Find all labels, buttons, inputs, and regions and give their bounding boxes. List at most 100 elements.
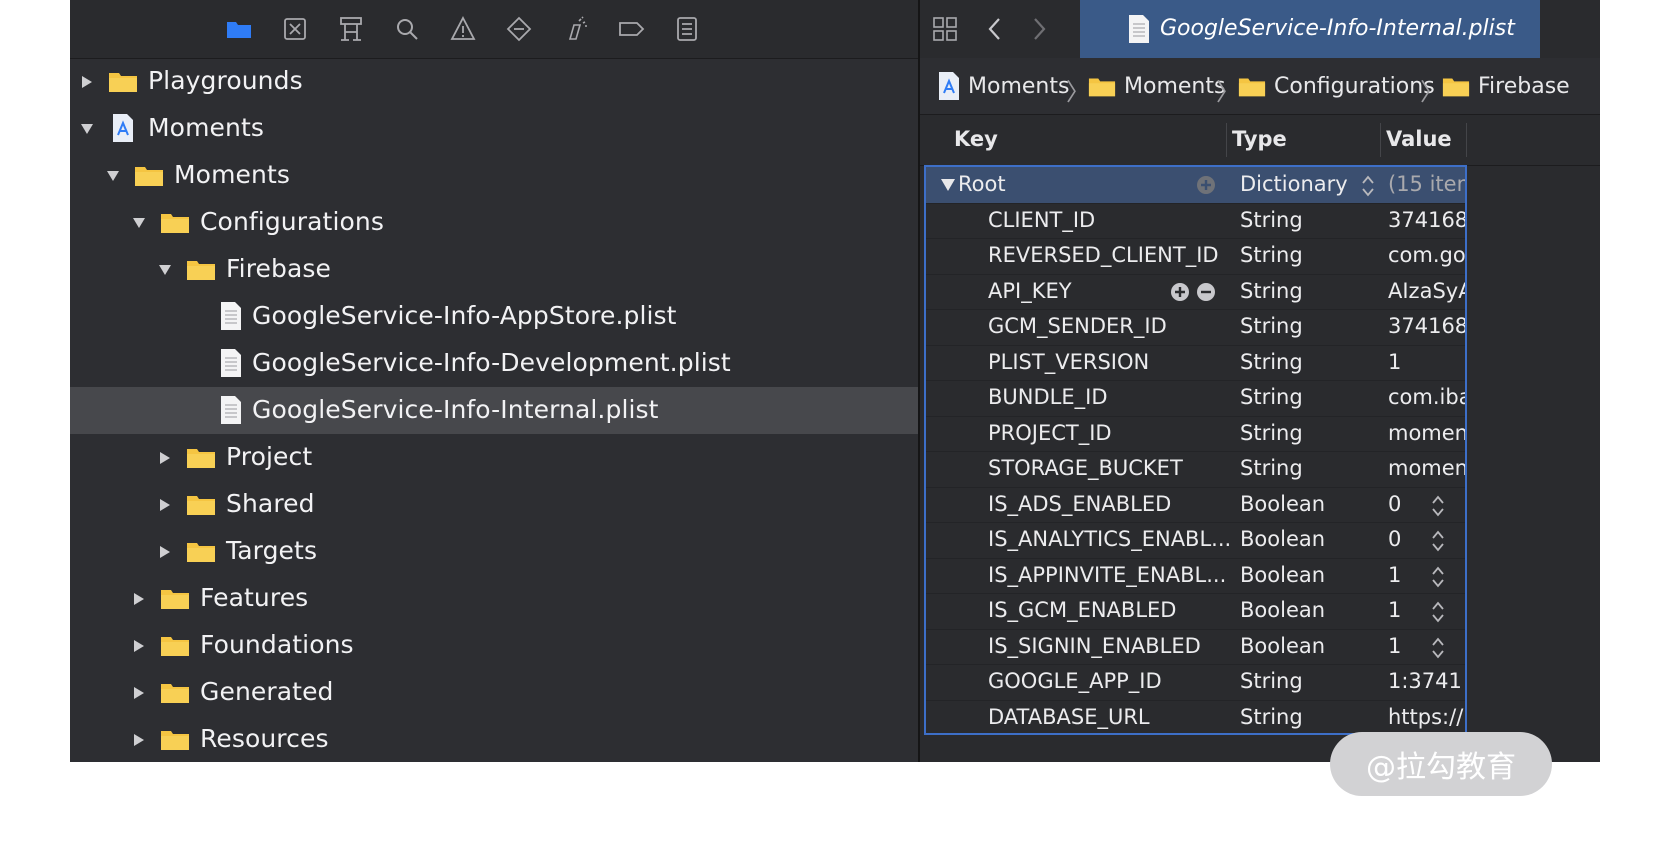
disclosure-expanded-icon[interactable] (132, 216, 146, 230)
disclosure-collapsed-icon[interactable] (158, 545, 172, 559)
plist-type[interactable]: String (1240, 208, 1303, 232)
plist-type[interactable]: String (1240, 421, 1303, 445)
plist-row[interactable]: GOOGLE_APP_ID String 1:3741 (926, 664, 1465, 701)
breadcrumb-moments-project[interactable]: Moments (938, 70, 1069, 102)
plist-key[interactable]: Root (958, 172, 1006, 196)
tree-item-appstore-plist[interactable]: GoogleService-Info-AppStore.plist (70, 293, 918, 340)
tree-item-foundations[interactable]: Foundations (70, 622, 918, 669)
plist-type[interactable]: String (1240, 705, 1303, 729)
breadcrumb-configurations[interactable]: Configurations (1238, 70, 1435, 102)
disclosure-collapsed-icon[interactable] (132, 639, 146, 653)
tree-item-generated[interactable]: Generated (70, 669, 918, 716)
report-icon[interactable] (670, 12, 704, 46)
column-header-key[interactable]: Key (954, 127, 998, 151)
tree-item-playgrounds[interactable]: Playgrounds (70, 58, 918, 105)
breadcrumb-moments-folder[interactable]: Moments (1088, 70, 1225, 102)
breakpoint-icon[interactable] (614, 12, 648, 46)
tab-internal-plist[interactable]: GoogleService-Info-Internal.plist (1080, 0, 1540, 58)
plist-key[interactable]: PROJECT_ID (988, 421, 1112, 445)
tree-item-internal-plist[interactable]: GoogleService-Info-Internal.plist (70, 387, 918, 434)
column-divider[interactable] (1466, 123, 1467, 157)
plist-type[interactable]: String (1240, 243, 1303, 267)
plist-type[interactable]: Boolean (1240, 563, 1325, 587)
type-stepper-icon[interactable] (1360, 173, 1376, 199)
plist-row[interactable]: IS_SIGNIN_ENABLED Boolean 1 (926, 629, 1465, 665)
plist-row[interactable]: STORAGE_BUCKET String momen (926, 451, 1465, 488)
plist-type[interactable]: String (1240, 456, 1303, 480)
plist-row[interactable]: IS_ANALYTICS_ENABL... Boolean 0 (926, 522, 1465, 559)
boolean-stepper-icon[interactable] (1430, 635, 1446, 661)
plist-key[interactable]: IS_SIGNIN_ENABLED (988, 634, 1201, 658)
plist-type[interactable]: Boolean (1240, 527, 1325, 551)
plist-value[interactable]: (15 items) (1388, 172, 1465, 196)
plist-type[interactable]: String (1240, 279, 1303, 303)
plist-value[interactable]: momen (1388, 421, 1465, 445)
disclosure-collapsed-icon[interactable] (132, 686, 146, 700)
tree-item-moments-folder[interactable]: Moments (70, 152, 918, 199)
add-item-icon[interactable] (1170, 282, 1190, 302)
plist-type[interactable]: String (1240, 350, 1303, 374)
back-arrow-icon[interactable] (978, 12, 1012, 46)
plist-key[interactable]: PLIST_VERSION (988, 350, 1149, 374)
disclosure-expanded-icon[interactable] (940, 178, 956, 192)
plist-type[interactable]: Boolean (1240, 598, 1325, 622)
disclosure-collapsed-icon[interactable] (158, 498, 172, 512)
plist-value[interactable]: 1 (1388, 634, 1465, 658)
plist-row-root[interactable]: Root Dictionary (15 items) (926, 167, 1465, 204)
plist-value[interactable]: AIzaSyA (1388, 279, 1465, 303)
boolean-stepper-icon[interactable] (1430, 528, 1446, 554)
plist-value[interactable]: 1:3741 (1388, 669, 1465, 693)
plist-value[interactable]: 374168 (1388, 314, 1465, 338)
plist-type[interactable]: String (1240, 314, 1303, 338)
forward-arrow-icon[interactable] (1022, 12, 1056, 46)
plist-row[interactable]: API_KEY String AIzaSyA (926, 274, 1465, 310)
disclosure-expanded-icon[interactable] (158, 263, 172, 277)
plist-row[interactable]: IS_ADS_ENABLED Boolean 0 (926, 487, 1465, 523)
plist-value[interactable]: 1 (1388, 563, 1465, 587)
tree-item-resources[interactable]: Resources (70, 716, 918, 763)
plist-type[interactable]: String (1240, 385, 1303, 409)
column-divider[interactable] (1226, 123, 1227, 157)
plist-key[interactable]: GCM_SENDER_ID (988, 314, 1167, 338)
boolean-stepper-icon[interactable] (1430, 599, 1446, 625)
column-header-type[interactable]: Type (1232, 127, 1287, 151)
plist-value[interactable]: 0 (1388, 492, 1465, 516)
plist-value[interactable]: com.iba (1388, 385, 1465, 409)
boolean-stepper-icon[interactable] (1430, 564, 1446, 590)
add-item-icon[interactable] (1196, 175, 1216, 195)
tree-item-features[interactable]: Features (70, 575, 918, 622)
breadcrumb-firebase[interactable]: Firebase (1442, 70, 1570, 102)
boolean-stepper-icon[interactable] (1430, 493, 1446, 519)
source-control-icon[interactable] (278, 12, 312, 46)
tree-item-shared[interactable]: Shared (70, 481, 918, 528)
plist-value[interactable]: momen (1388, 456, 1465, 480)
plist-key[interactable]: DATABASE_URL (988, 705, 1150, 729)
plist-value[interactable]: 374168 (1388, 208, 1465, 232)
plist-key[interactable]: STORAGE_BUCKET (988, 456, 1183, 480)
tree-item-moments-project[interactable]: Moments (70, 105, 918, 152)
disclosure-collapsed-icon[interactable] (158, 451, 172, 465)
column-divider[interactable] (1380, 123, 1381, 157)
tree-item-development-plist[interactable]: GoogleService-Info-Development.plist (70, 340, 918, 387)
tree-item-targets[interactable]: Targets (70, 528, 918, 575)
remove-item-icon[interactable] (1196, 282, 1216, 302)
plist-type[interactable]: Boolean (1240, 634, 1325, 658)
plist-row[interactable]: REVERSED_CLIENT_ID String com.go (926, 238, 1465, 275)
tree-item-firebase[interactable]: Firebase (70, 246, 918, 293)
plist-key[interactable]: REVERSED_CLIENT_ID (988, 243, 1219, 267)
plist-value[interactable]: 1 (1388, 598, 1465, 622)
search-icon[interactable] (390, 12, 424, 46)
disclosure-expanded-icon[interactable] (80, 122, 94, 136)
plist-value[interactable]: com.go (1388, 243, 1465, 267)
plist-row[interactable]: CLIENT_ID String 374168 (926, 203, 1465, 239)
plist-key[interactable]: IS_ANALYTICS_ENABL... (988, 527, 1231, 551)
tree-item-project[interactable]: Project (70, 434, 918, 481)
plist-key[interactable]: GOOGLE_APP_ID (988, 669, 1162, 693)
plist-key[interactable]: IS_APPINVITE_ENABL... (988, 563, 1226, 587)
plist-key[interactable]: API_KEY (988, 279, 1072, 303)
plist-row[interactable]: PROJECT_ID String momen (926, 416, 1465, 452)
tree-item-configurations[interactable]: Configurations (70, 199, 918, 246)
plist-row[interactable]: IS_APPINVITE_ENABL... Boolean 1 (926, 558, 1465, 594)
plist-value[interactable]: 0 (1388, 527, 1465, 551)
plist-type[interactable]: Dictionary (1240, 172, 1348, 196)
